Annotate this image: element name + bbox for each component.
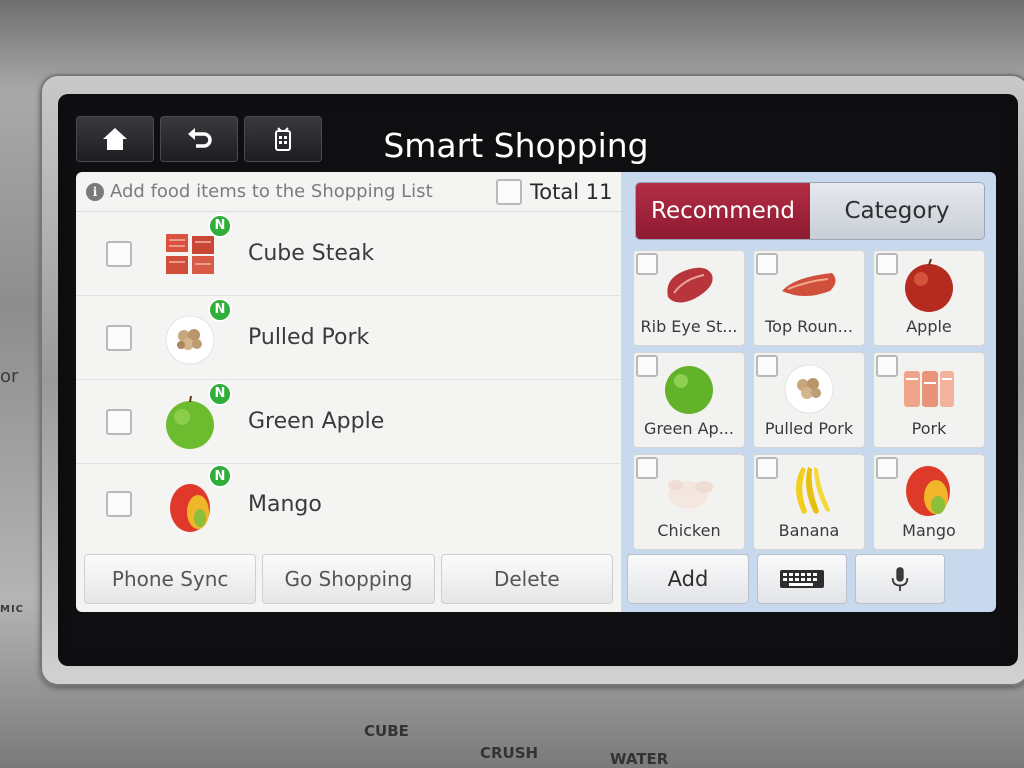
tile-checkbox[interactable] xyxy=(876,457,898,479)
mango-icon: N xyxy=(160,464,232,534)
list-item[interactable]: N Cube Steak xyxy=(76,212,621,296)
recommend-tile[interactable]: Rib Eye St... xyxy=(633,250,745,346)
green-apple-icon: N xyxy=(160,381,232,452)
info-icon: i xyxy=(86,182,104,201)
tile-label: Banana xyxy=(778,521,840,540)
rib-eye-icon xyxy=(667,267,713,303)
cube-steak-icon: N xyxy=(160,213,232,284)
tab-bar: Recommend Category xyxy=(635,182,985,240)
recommend-tile[interactable]: Pork xyxy=(873,352,985,448)
tile-checkbox[interactable] xyxy=(756,457,778,479)
new-badge: N xyxy=(208,464,232,488)
page-title: Smart Shopping xyxy=(383,126,649,165)
tile-label: Green Ap... xyxy=(644,419,734,438)
item-checkbox[interactable] xyxy=(106,408,132,435)
item-name: Mango xyxy=(248,491,322,517)
info-text: Add food items to the Shopping List xyxy=(110,181,433,202)
tile-checkbox[interactable] xyxy=(756,355,778,377)
home-icon xyxy=(103,128,127,150)
list-actions: Phone Sync Go Shopping Delete xyxy=(76,548,621,612)
mango-icon xyxy=(906,466,950,516)
tab-recommend[interactable]: Recommend xyxy=(636,183,810,239)
recommend-actions: Add xyxy=(627,554,991,608)
new-badge: N xyxy=(208,213,232,238)
tile-label: Chicken xyxy=(657,521,721,540)
top-bar: Smart Shopping xyxy=(66,106,1006,180)
shopping-list-panel: i Add food items to the Shopping List To… xyxy=(76,172,621,612)
keyboard-button[interactable] xyxy=(757,554,847,604)
recommend-tile[interactable]: Mango xyxy=(873,454,985,550)
tab-category[interactable]: Category xyxy=(810,183,984,239)
keyboard-icon xyxy=(780,570,824,588)
banana-icon xyxy=(796,467,830,514)
back-icon xyxy=(188,128,212,148)
recommend-tile[interactable]: Banana xyxy=(753,454,865,550)
microphone-button[interactable] xyxy=(855,554,945,604)
chicken-icon xyxy=(668,480,713,509)
new-badge: N xyxy=(208,297,232,322)
info-row: i Add food items to the Shopping List To… xyxy=(76,172,621,212)
total-count: Total 11 xyxy=(530,180,613,204)
item-name: Cube Steak xyxy=(248,241,375,266)
fridge-icon xyxy=(275,127,291,151)
tile-label: Pork xyxy=(911,419,947,438)
recommend-tile[interactable]: Pulled Pork xyxy=(753,352,865,448)
item-name: Pulled Pork xyxy=(248,325,370,350)
tile-label: Mango xyxy=(902,521,956,540)
top-round-icon xyxy=(782,273,836,296)
select-all[interactable]: Total 11 xyxy=(496,179,612,205)
recommend-tile[interactable]: Chicken xyxy=(633,454,745,550)
list-item[interactable]: N Mango xyxy=(76,464,621,544)
list-item[interactable]: N Green Apple xyxy=(76,380,621,464)
tile-label: Apple xyxy=(906,317,952,336)
touch-screen: Smart Shopping i Add food items to the S… xyxy=(66,106,1006,654)
tile-checkbox[interactable] xyxy=(636,355,658,377)
shopping-list: N Cube Steak N Pulled Pork N Green Apple… xyxy=(76,212,621,544)
fridge-button[interactable] xyxy=(244,116,322,162)
tile-label: Rib Eye St... xyxy=(640,317,738,336)
green-apple-icon xyxy=(665,366,713,414)
tile-checkbox[interactable] xyxy=(636,253,658,275)
item-checkbox[interactable] xyxy=(106,324,132,351)
pulled-pork-icon xyxy=(784,364,834,414)
item-checkbox[interactable] xyxy=(106,240,132,267)
recommend-tile[interactable]: Apple xyxy=(873,250,985,346)
tile-checkbox[interactable] xyxy=(756,253,778,275)
home-button[interactable] xyxy=(76,116,154,162)
new-badge: N xyxy=(208,381,232,406)
list-item[interactable]: N Pulled Pork xyxy=(76,296,621,380)
phone-sync-button[interactable]: Phone Sync xyxy=(84,554,257,604)
tile-label: Top Roun... xyxy=(765,317,853,336)
pork-icon xyxy=(904,371,954,407)
tile-checkbox[interactable] xyxy=(876,355,898,377)
recommend-tile[interactable]: Top Roun... xyxy=(753,250,865,346)
apple-icon xyxy=(905,258,953,312)
tile-checkbox[interactable] xyxy=(876,253,898,275)
tile-checkbox[interactable] xyxy=(636,457,658,479)
dispenser-water-label: WATER xyxy=(610,750,669,768)
delete-button[interactable]: Delete xyxy=(440,554,613,604)
dispenser-cube-label: CUBE xyxy=(364,722,409,740)
select-all-checkbox[interactable] xyxy=(496,179,522,205)
pulled-pork-icon: N xyxy=(160,297,232,368)
back-button[interactable] xyxy=(160,116,238,162)
add-button[interactable]: Add xyxy=(627,554,749,604)
dispenser-crush-label: CRUSH xyxy=(480,744,539,762)
mic-label: MIC xyxy=(0,604,25,615)
tile-label: Pulled Pork xyxy=(764,419,854,438)
microphone-icon xyxy=(891,567,909,591)
item-checkbox[interactable] xyxy=(106,491,132,517)
recommend-grid: Rib Eye St... Top Roun... Apple Green Ap… xyxy=(633,250,987,550)
recommend-tile[interactable]: Green Ap... xyxy=(633,352,745,448)
side-label: or xyxy=(0,366,19,387)
recommend-panel: Recommend Category Rib Eye St... Top Rou… xyxy=(621,172,996,612)
go-shopping-button[interactable]: Go Shopping xyxy=(262,554,435,604)
item-name: Green Apple xyxy=(248,409,385,434)
